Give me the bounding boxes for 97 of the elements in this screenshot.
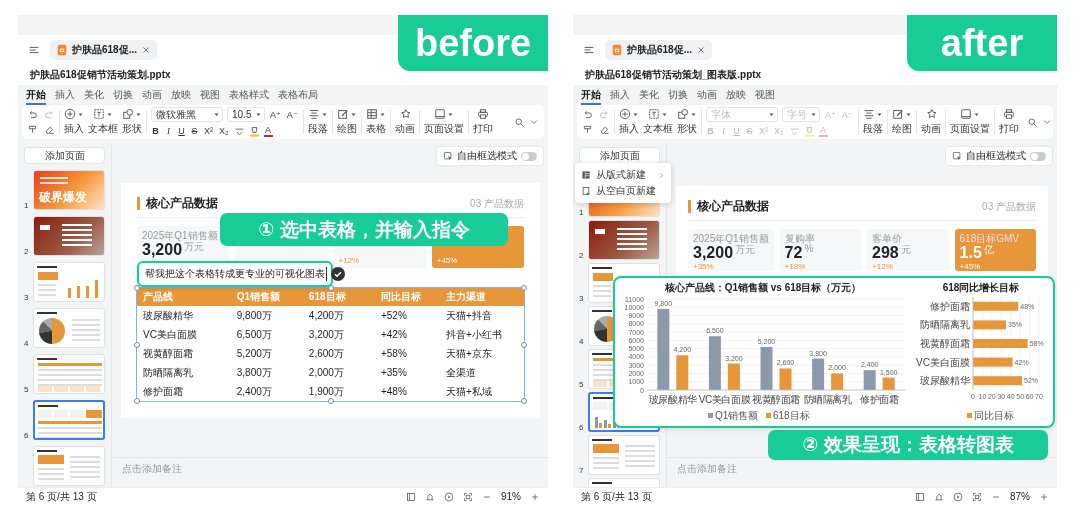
kpi-label: 客单价 [872, 232, 904, 243]
kpi-value: 3,200 [142, 241, 183, 259]
chart-title: 核心产品线：Q1销售额 vs 618目标（万元） [664, 281, 862, 294]
kpi-value: 3,200 [693, 244, 734, 262]
kpi-change: +18% [784, 262, 807, 271]
table-cell-text: 2,400万 [236, 384, 273, 399]
kpi-label: 618目标GMV [959, 232, 1020, 243]
table-cell-text: +58% [380, 348, 408, 359]
step-callout: ① 选中表格，并输入指令 [220, 213, 508, 246]
slide-title: 核心产品数据 [146, 195, 218, 212]
kpi-value: 1.5 [959, 244, 982, 262]
axis-category-label: VC美白面膜 [698, 394, 751, 405]
zoom-level: 91% [501, 491, 521, 502]
slide-number: 3 [579, 294, 585, 303]
kpi-unit: 万元 [184, 241, 205, 254]
table-header-cell-text: 产品线 [143, 290, 174, 304]
kpi-unit: % [804, 243, 814, 254]
table-header-cell-text: 主力渠道 [445, 290, 487, 304]
axis-category-label: 视黄醇面霜 [752, 394, 800, 405]
thumbnail-title: 破界爆发 [39, 189, 87, 206]
zoom-level: 87% [1010, 491, 1030, 502]
table-cell-text: +42% [380, 329, 408, 340]
kpi-change: +12% [338, 256, 361, 265]
slide-number: 7 [579, 466, 585, 475]
table-cell-text: 全渠道 [445, 365, 477, 380]
axis-category-label: 玻尿酸精华 [648, 394, 697, 405]
table-cell-text: 9,800万 [236, 308, 273, 323]
slide-number: 2 [24, 247, 30, 256]
table-cell-text: 修护面霜 [143, 384, 184, 399]
kpi-change: +12% [872, 262, 894, 271]
kpi-label: 2025年Q1销售额 [693, 232, 769, 243]
table-header-cell-text: 618目标 [308, 290, 347, 304]
table-header-cell-text: Q1销售额 [236, 290, 282, 304]
table-cell-text: 2,000万 [308, 365, 345, 380]
kpi-change: +35% [693, 262, 715, 271]
legend-label: 618目标 [773, 410, 810, 421]
table-cell-text: 玻尿酸精华 [143, 308, 194, 323]
page-indicator: 第 6 页/共 13 页 [26, 489, 97, 504]
kpi-value: 72 [784, 244, 803, 262]
table-header-cell-text: 同比目标 [380, 290, 422, 304]
table-cell-text: 防晒隔离乳 [143, 365, 194, 380]
legend-entry: 618目标 [766, 410, 810, 421]
section-label: 03 产品数据 [470, 196, 524, 211]
file-name: 护肤品618促销节活动策划_图表版.pptx [584, 68, 763, 82]
table-cell-text: 1,900万 [308, 384, 345, 399]
tab-title: 护肤品618促... [627, 43, 693, 57]
kpi-unit: 亿 [983, 244, 994, 257]
table-cell-text: 3,800万 [236, 365, 273, 380]
table-cell-text: 4,200万 [308, 308, 345, 323]
table-cell-text: 视黄醇面霜 [143, 346, 194, 361]
page-indicator: 第 6 页/共 13 页 [581, 489, 652, 504]
legend-entry: Q1销售额 [708, 410, 759, 421]
table-cell-text: VC美白面膜 [143, 327, 198, 342]
slide-number: 2 [579, 251, 585, 260]
kpi-unit: 元 [900, 244, 911, 257]
slide-number: 5 [579, 380, 585, 389]
table-cell-text: 天猫+京东 [445, 346, 493, 361]
slide-number: 1 [24, 201, 30, 210]
axis-category-label: 防晒隔离乳 [920, 319, 970, 331]
axis-category-label: 视黄醇面霜 [920, 338, 970, 349]
label-badge: before [398, 15, 548, 71]
axis-category-label: 修护面霜 [930, 300, 970, 312]
file-name: 护肤品618促销节活动策划.pptx [29, 68, 172, 82]
axis-category-label: 玻尿酸精华 [920, 375, 970, 387]
table-cell-text: 3,200万 [308, 327, 345, 342]
table-cell-text: +52% [380, 310, 408, 321]
axis-category-label: 防晒隔离乳 [803, 394, 852, 405]
table-cell-text: +48% [380, 386, 408, 397]
tab-title: 护肤品618促... [72, 43, 138, 57]
table-cell-text: 天猫+抖音 [445, 308, 493, 323]
table-cell-text: 2,600万 [308, 346, 345, 361]
legend-entry: 同比目标 [967, 410, 1014, 421]
slide-number: 1 [579, 208, 585, 217]
kpi-label: 2025年Q1销售额 [142, 229, 219, 240]
kpi-change: +45% [436, 256, 459, 265]
slide-number: 6 [579, 423, 585, 432]
slide-number: 3 [24, 293, 30, 302]
step-callout: ② 效果呈现：表格转图表 [768, 430, 1048, 460]
kpi-unit: 万元 [735, 244, 756, 257]
slide-number: 4 [579, 337, 585, 346]
axis-category-label: VC美白面膜 [916, 356, 970, 368]
label-badge: after [907, 15, 1057, 71]
slide-number: 4 [24, 339, 30, 348]
axis-category-label: 修护面霜 [860, 394, 899, 405]
kpi-change: +45% [959, 262, 982, 271]
chart-title: 618同比增长目标 [942, 281, 1020, 294]
table-cell-text: 天猫+私域 [445, 384, 493, 399]
kpi-label: 复购率 [784, 232, 816, 243]
table-cell-text: 抖音+小红书 [445, 327, 503, 342]
slide-number: 5 [24, 385, 30, 394]
slide-title: 核心产品数据 [697, 198, 769, 215]
table-cell-text: 5,200万 [236, 346, 273, 361]
slide-number: 6 [24, 431, 30, 440]
kpi-value: 298 [872, 244, 899, 262]
table-cell-text: 6,500万 [236, 327, 273, 342]
table-cell-text: +35% [380, 367, 408, 378]
section-label: 03 产品数据 [982, 199, 1036, 214]
